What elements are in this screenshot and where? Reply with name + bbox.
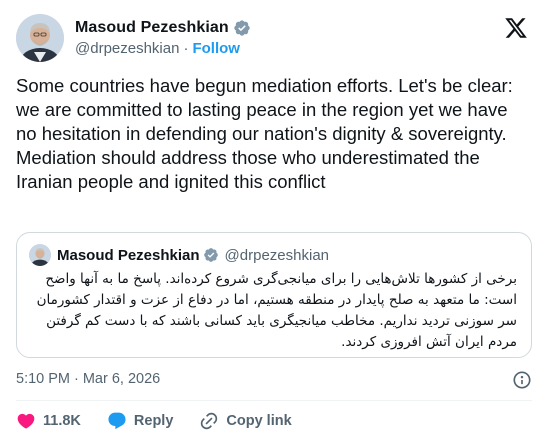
tweet-date: Mar 6, 2026 bbox=[82, 371, 161, 387]
quoted-author-name: Masoud Pezeshkian bbox=[57, 246, 200, 264]
link-icon bbox=[201, 412, 218, 430]
author-handle[interactable]: @drpezeshkian bbox=[75, 40, 179, 57]
quoted-author-avatar bbox=[29, 244, 51, 266]
x-logo-icon[interactable] bbox=[504, 16, 528, 40]
verified-badge-icon bbox=[233, 19, 251, 37]
verified-badge-icon bbox=[203, 247, 219, 263]
tweet-text: Some countries have begun mediation effo… bbox=[16, 75, 513, 192]
tweet-header: Masoud Pezeshkian @drpezeshkian · Follow bbox=[16, 14, 532, 62]
quoted-tweet[interactable]: Masoud Pezeshkian @drpezeshkian برخی از … bbox=[16, 232, 532, 358]
author-name-row: Masoud Pezeshkian bbox=[75, 19, 251, 37]
reply-button[interactable]: Reply bbox=[107, 411, 174, 431]
actions-divider bbox=[16, 400, 532, 401]
quoted-tweet-header: Masoud Pezeshkian @drpezeshkian bbox=[29, 243, 329, 267]
copy-link-button[interactable]: Copy link bbox=[199, 411, 292, 431]
embedded-tweet-card: Masoud Pezeshkian @drpezeshkian · Follow… bbox=[0, 0, 548, 441]
tweet-time: 5:10 PM bbox=[16, 371, 70, 387]
copy-link-label: Copy link bbox=[226, 413, 292, 429]
quoted-author-handle: @drpezeshkian bbox=[224, 246, 329, 264]
like-button[interactable]: 11.8K bbox=[16, 411, 81, 431]
like-count: 11.8K bbox=[43, 413, 81, 429]
author-avatar[interactable] bbox=[16, 14, 64, 62]
author-handle-row: @drpezeshkian · Follow bbox=[75, 40, 251, 57]
author-info: Masoud Pezeshkian @drpezeshkian · Follow bbox=[75, 19, 251, 57]
follow-button[interactable]: Follow bbox=[192, 40, 240, 57]
handle-separator: · bbox=[183, 40, 189, 57]
quoted-tweet-text: برخی از کشورها تلاش‌هایی را برای میانجی‌… bbox=[36, 271, 517, 350]
reply-label: Reply bbox=[133, 413, 174, 429]
heart-icon bbox=[17, 413, 35, 429]
tweet-actions: 11.8K Reply Copy link bbox=[16, 410, 318, 432]
info-icon[interactable] bbox=[512, 370, 532, 390]
timestamp-separator: · bbox=[74, 371, 79, 387]
tweet-timestamp[interactable]: 5:10 PM · Mar 6, 2026 bbox=[16, 371, 160, 387]
reply-icon bbox=[108, 412, 126, 430]
author-display-name[interactable]: Masoud Pezeshkian bbox=[75, 19, 229, 37]
